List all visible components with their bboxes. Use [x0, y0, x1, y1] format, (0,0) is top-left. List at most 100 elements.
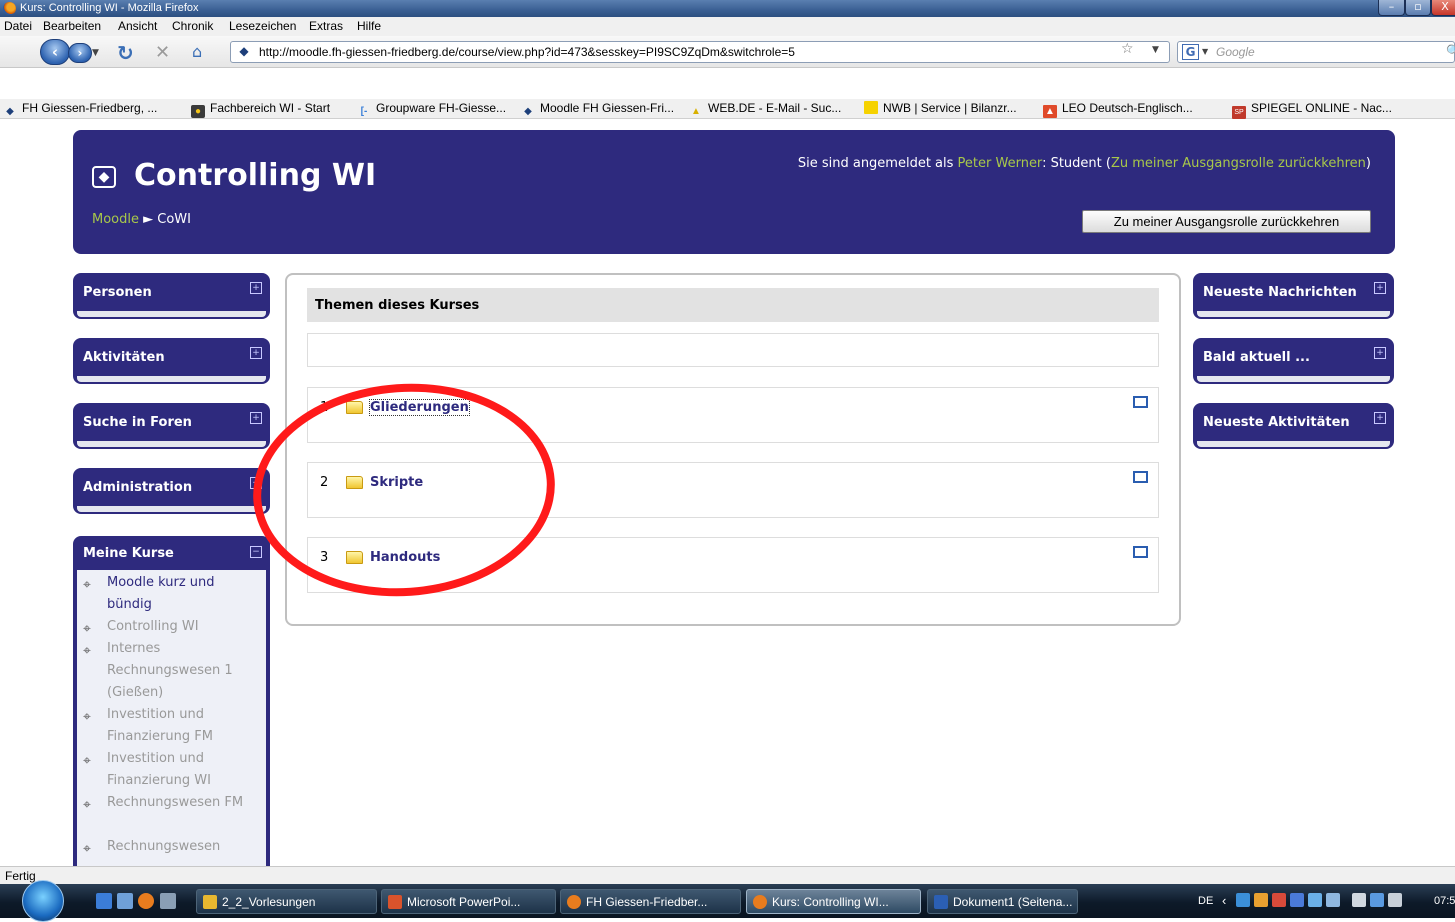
course-easel-icon: ⌖	[83, 643, 91, 659]
google-icon[interactable]: G	[1182, 44, 1199, 60]
url-dropdown-icon[interactable]: ▼	[1152, 45, 1159, 55]
tray-app-icon[interactable]	[1308, 893, 1322, 907]
course-list: ⌖ Moodle kurz und bündig ⌖ Controlling W…	[77, 570, 266, 866]
url-text[interactable]: http://moodle.fh-giessen-friedberg.de/co…	[259, 45, 795, 59]
user-profile-link[interactable]: Peter Werner	[958, 156, 1043, 171]
course-easel-icon: ⌖	[83, 797, 91, 813]
firefox-icon	[567, 895, 581, 909]
expand-icon[interactable]: +	[1374, 412, 1386, 424]
minimize-button[interactable]: –	[1378, 0, 1405, 16]
block-title: Neueste Aktivitäten	[1203, 415, 1350, 430]
language-indicator[interactable]: DE	[1198, 895, 1213, 907]
show-only-topic-icon[interactable]	[1133, 471, 1148, 483]
menu-bearbeiten[interactable]: Bearbeiten	[43, 19, 101, 33]
course-item[interactable]: ⌖ Rechnungswesen	[83, 836, 258, 858]
search-magnifier-icon[interactable]: 🔍	[1446, 44, 1455, 58]
course-item[interactable]: ⌖ Investition und Finanzierung FM	[83, 704, 258, 748]
tray-app-icon[interactable]	[1272, 893, 1286, 907]
switch-windows-icon[interactable]	[117, 893, 133, 909]
status-text: Fertig	[5, 869, 36, 883]
collapse-icon[interactable]: −	[250, 546, 262, 558]
address-bar[interactable]: ◆ http://moodle.fh-giessen-friedberg.de/…	[230, 41, 1170, 63]
block-title: Neueste Nachrichten	[1203, 285, 1357, 300]
start-button[interactable]	[22, 880, 64, 922]
menu-extras[interactable]: Extras	[309, 19, 343, 33]
firefox-quicklaunch-icon[interactable]	[138, 893, 154, 909]
leo-icon: ▲	[1043, 105, 1057, 118]
stop-icon[interactable]: ✕	[155, 42, 170, 63]
close-button[interactable]: X	[1431, 0, 1455, 16]
expand-icon[interactable]: +	[1374, 282, 1386, 294]
moodle-diamond-icon: ◆	[6, 106, 14, 117]
tray-app-icon[interactable]	[1254, 893, 1268, 907]
block-aktivitaeten: Aktivitäten +	[73, 338, 270, 384]
bookmark-spiegel[interactable]: SP SPIEGEL ONLINE - Nac...	[1232, 101, 1392, 119]
reload-icon[interactable]: ↻	[117, 41, 134, 65]
bookmark-groupware[interactable]: [- Groupware FH-Giesse...	[357, 101, 506, 118]
tray-device-icon[interactable]	[1352, 893, 1366, 907]
maximize-button[interactable]: ▫	[1405, 0, 1431, 16]
course-item[interactable]: ⌖ Moodle kurz und bündig	[83, 572, 258, 616]
menu-lesezeichen[interactable]: Lesezeichen	[229, 19, 296, 33]
return-role-link[interactable]: Zu meiner Ausgangsrolle zurückkehren	[1111, 156, 1366, 171]
show-only-topic-icon[interactable]	[1133, 396, 1148, 408]
search-input[interactable]: Google	[1216, 45, 1255, 59]
word-icon	[934, 895, 948, 909]
course-item[interactable]: ⌖ Rechnungswesen FM	[83, 792, 258, 814]
bookmark-fh-giessen[interactable]: ◆ FH Giessen-Friedberg, ...	[3, 101, 157, 118]
menu-datei[interactable]: Datei	[4, 19, 32, 33]
search-box[interactable]: G ▼ Google	[1177, 41, 1455, 63]
block-title: Suche in Foren	[83, 415, 192, 430]
breadcrumb-separator-icon: ►	[143, 212, 154, 227]
home-icon[interactable]: ⌂	[192, 42, 202, 61]
taskbar-item[interactable]: FH Giessen-Friedber...	[560, 889, 741, 914]
return-role-button[interactable]: Zu meiner Ausgangsrolle zurückkehren	[1082, 210, 1371, 233]
tray-app-icon[interactable]	[1290, 893, 1304, 907]
bookmark-moodle[interactable]: ◆ Moodle FH Giessen-Fri...	[521, 101, 674, 118]
bookmark-star-icon[interactable]: ☆	[1121, 41, 1134, 57]
back-button[interactable]: ‹	[40, 39, 70, 65]
menu-bar: Datei Bearbeiten Ansicht Chronik Lesezei…	[0, 17, 1455, 36]
tray-network-icon[interactable]	[1370, 893, 1384, 907]
recycle-bin-icon[interactable]	[160, 893, 176, 909]
search-engine-dropdown-icon[interactable]: ▼	[1202, 47, 1208, 56]
tray-expand-icon[interactable]: ‹	[1222, 893, 1226, 908]
volume-icon[interactable]	[1388, 893, 1402, 907]
window-title: Kurs: Controlling WI - Mozilla Firefox	[20, 2, 199, 14]
course-item[interactable]: ⌖ Internes Rechnungswesen 1 (Gießen)	[83, 638, 258, 704]
bookmark-fachbereich[interactable]: ● Fachbereich WI - Start	[191, 101, 330, 118]
show-desktop-icon[interactable]	[96, 893, 112, 909]
breadcrumb: Moodle ► CoWI	[92, 212, 191, 227]
show-only-topic-icon[interactable]	[1133, 546, 1148, 558]
taskbar-item-active[interactable]: Kurs: Controlling WI...	[746, 889, 921, 914]
bookmark-nwb[interactable]: NWB | Service | Bilanzr...	[864, 101, 1017, 115]
site-identity-icon[interactable]: ◆	[235, 44, 253, 60]
course-item[interactable]: ⌖ Controlling WI	[83, 616, 258, 638]
expand-icon[interactable]: +	[250, 282, 262, 294]
taskbar-item[interactable]: Dokument1 (Seitena...	[927, 889, 1078, 914]
block-neueste-aktivitaeten: Neueste Aktivitäten +	[1193, 403, 1394, 449]
forward-button[interactable]: ›	[68, 43, 92, 63]
bookmark-webde[interactable]: ▲ WEB.DE - E-Mail - Suc...	[689, 101, 841, 118]
taskbar-item[interactable]: 2_2_Vorlesungen	[196, 889, 377, 914]
breadcrumb-moodle-link[interactable]: Moodle	[92, 212, 139, 227]
expand-icon[interactable]: +	[250, 347, 262, 359]
course-header: ◆ Controlling WI Sie sind angemeldet als…	[73, 130, 1395, 254]
menu-chronik[interactable]: Chronik	[172, 19, 213, 33]
block-personen: Personen +	[73, 273, 270, 319]
expand-icon[interactable]: +	[250, 412, 262, 424]
menu-hilfe[interactable]: Hilfe	[357, 19, 381, 33]
fachbereich-icon: ●	[191, 105, 205, 118]
network-icon[interactable]	[1236, 893, 1250, 907]
menu-ansicht[interactable]: Ansicht	[118, 19, 157, 33]
history-dropdown-icon[interactable]: ▼	[92, 48, 99, 58]
clock[interactable]: 07:5	[1434, 895, 1455, 907]
expand-icon[interactable]: +	[1374, 347, 1386, 359]
folder-icon	[203, 895, 217, 909]
page-content: ◆ Controlling WI Sie sind angemeldet als…	[0, 120, 1455, 866]
tray-app-icon[interactable]	[1326, 893, 1340, 907]
course-item[interactable]: ⌖ Investition und Finanzierung WI	[83, 748, 258, 792]
bookmark-leo[interactable]: ▲ LEO Deutsch-Englisch...	[1043, 101, 1193, 118]
taskbar-item[interactable]: Microsoft PowerPoi...	[381, 889, 556, 914]
block-title: Bald aktuell ...	[1203, 350, 1310, 365]
